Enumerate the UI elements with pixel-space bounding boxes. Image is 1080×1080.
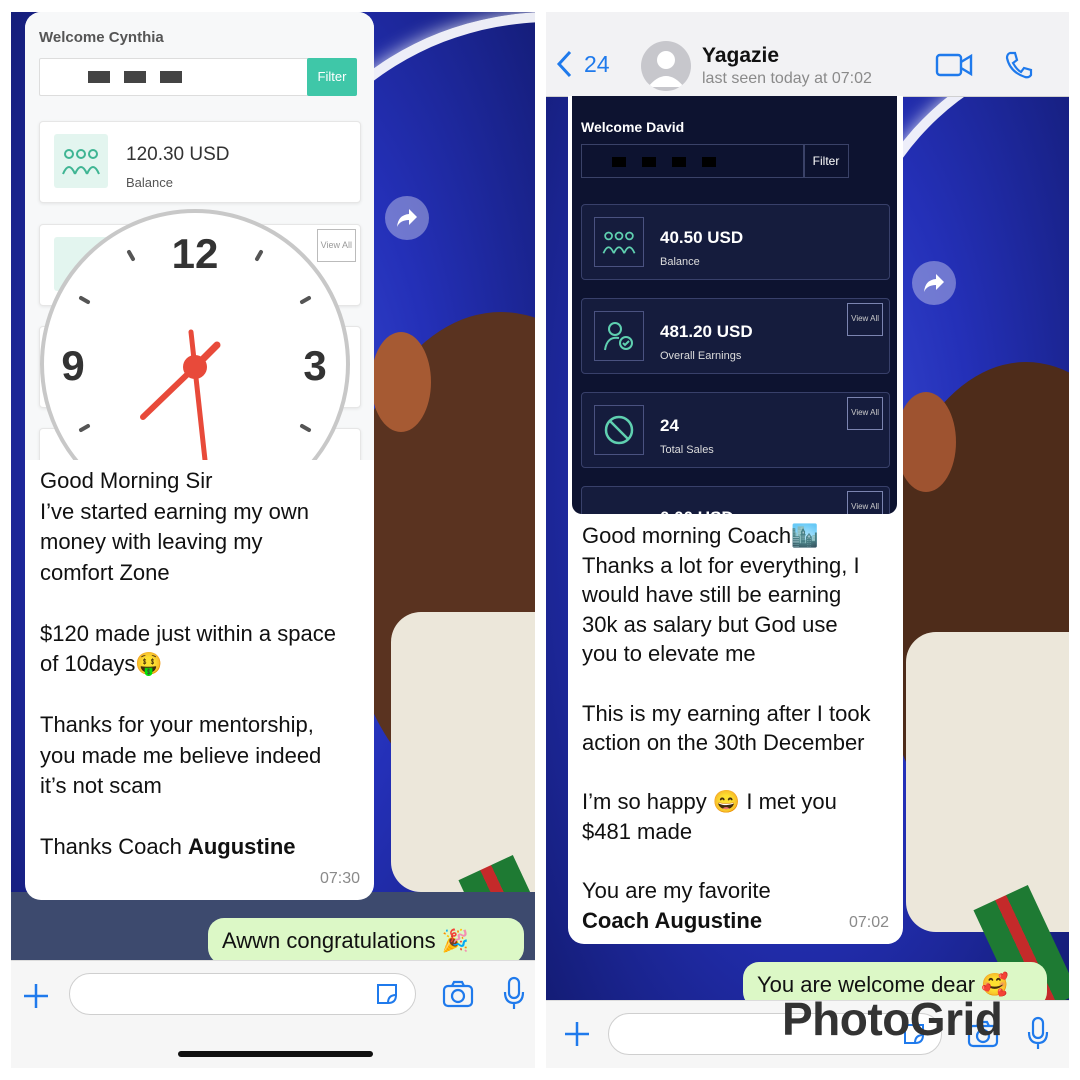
sticker-icon <box>377 984 397 1004</box>
dashboard-image[interactable]: Welcome David Filter 40.50 USD Balance V… <box>572 96 897 514</box>
earnings-card: View All 481.20 USD Overall Earnings <box>581 298 890 374</box>
forward-arrow-icon <box>397 209 417 227</box>
background-pillow <box>391 612 535 892</box>
received-message-bubble[interactable]: Welcome David Filter 40.50 USD Balance V… <box>568 96 903 944</box>
forward-button[interactable] <box>385 196 429 240</box>
search-field <box>581 144 805 178</box>
contact-name[interactable]: Yagazie <box>702 44 779 68</box>
redacted-text <box>612 157 722 167</box>
message-text: Good morning Coach🏙️ Thanks a lot for ev… <box>582 523 871 933</box>
phone-icon <box>1005 51 1033 79</box>
voice-call-button[interactable] <box>1002 48 1036 82</box>
prohibited-icon <box>594 405 644 455</box>
message-composer <box>11 960 535 1068</box>
plus-icon <box>565 1022 589 1046</box>
chat-header: 24 Yagazie last seen today at 07:02 <box>546 12 1069 97</box>
clock-numeral-3: 3 <box>303 342 326 389</box>
camera-button[interactable] <box>439 975 477 1013</box>
photogrid-watermark: PhotoGrid <box>782 993 1003 1045</box>
video-call-button[interactable] <box>934 50 974 80</box>
forward-arrow-icon <box>924 274 944 292</box>
balance-label: Balance <box>660 256 700 268</box>
chevron-left-icon <box>556 50 572 78</box>
welcome-text: Welcome David <box>581 119 685 135</box>
filter-button[interactable]: Filter <box>803 144 849 178</box>
user-check-icon <box>594 311 644 361</box>
home-indicator <box>178 1051 373 1057</box>
camera-icon <box>442 980 474 1008</box>
message-time: 07:02 <box>848 913 889 931</box>
background-ear <box>371 332 431 432</box>
sticker-button[interactable] <box>371 978 403 1010</box>
microphone-button[interactable] <box>498 973 530 1013</box>
add-attachment-button[interactable] <box>560 1017 594 1051</box>
message-time: 07:30 <box>319 869 360 887</box>
background-ear <box>896 392 956 492</box>
users-icon <box>594 217 644 267</box>
unread-count: 24 <box>584 50 610 77</box>
clock-numeral-9: 9 <box>61 342 84 389</box>
avatar[interactable] <box>641 41 691 91</box>
message-text: Good Morning Sir I’ve started earning my… <box>40 468 336 859</box>
message-input[interactable] <box>69 973 416 1015</box>
add-attachment-button[interactable] <box>19 979 53 1013</box>
microphone-icon <box>503 976 525 1009</box>
sales-label: Total Sales <box>660 444 714 456</box>
earnings-label: Overall Earnings <box>660 350 742 362</box>
left-chat-screenshot: Welcome Cynthia Filter 120.30 USD Balanc… <box>11 12 535 1068</box>
back-button[interactable]: 24 <box>556 50 610 78</box>
clock-numeral-12: 12 <box>172 230 219 277</box>
view-all-link[interactable]: View All <box>847 491 883 514</box>
microphone-button[interactable] <box>1022 1013 1054 1053</box>
person-icon <box>648 51 684 87</box>
clock-icon: 12 3 9 <box>40 209 350 460</box>
right-chat-screenshot: 24 Yagazie last seen today at 07:02 Welc… <box>546 12 1069 1068</box>
dashboard-image[interactable]: Welcome Cynthia Filter 120.30 USD Balanc… <box>25 12 374 460</box>
message-bold-name: Augustine <box>187 834 296 859</box>
message-bold-name: Coach Augustine <box>582 907 763 933</box>
extra-card: View All 0.00 USD <box>581 486 890 514</box>
last-seen-status: last seen today at 07:02 <box>702 70 872 87</box>
sales-card: View All 24 Total Sales <box>581 392 890 468</box>
received-message-bubble[interactable]: Welcome Cynthia Filter 120.30 USD Balanc… <box>25 12 374 900</box>
view-all-link[interactable]: View All <box>847 303 883 336</box>
forward-button[interactable] <box>912 261 956 305</box>
sent-message-bubble[interactable]: Awwn congratulations 🎉 <box>208 918 524 964</box>
view-all-link[interactable]: View All <box>847 397 883 430</box>
status-bar <box>546 12 1069 18</box>
video-camera-icon <box>935 53 973 77</box>
background-pillow <box>906 632 1069 932</box>
microphone-icon <box>1027 1016 1049 1049</box>
balance-card: 40.50 USD Balance <box>581 204 890 280</box>
extra-amount: 0.00 USD <box>660 503 734 514</box>
plus-icon <box>24 984 48 1008</box>
